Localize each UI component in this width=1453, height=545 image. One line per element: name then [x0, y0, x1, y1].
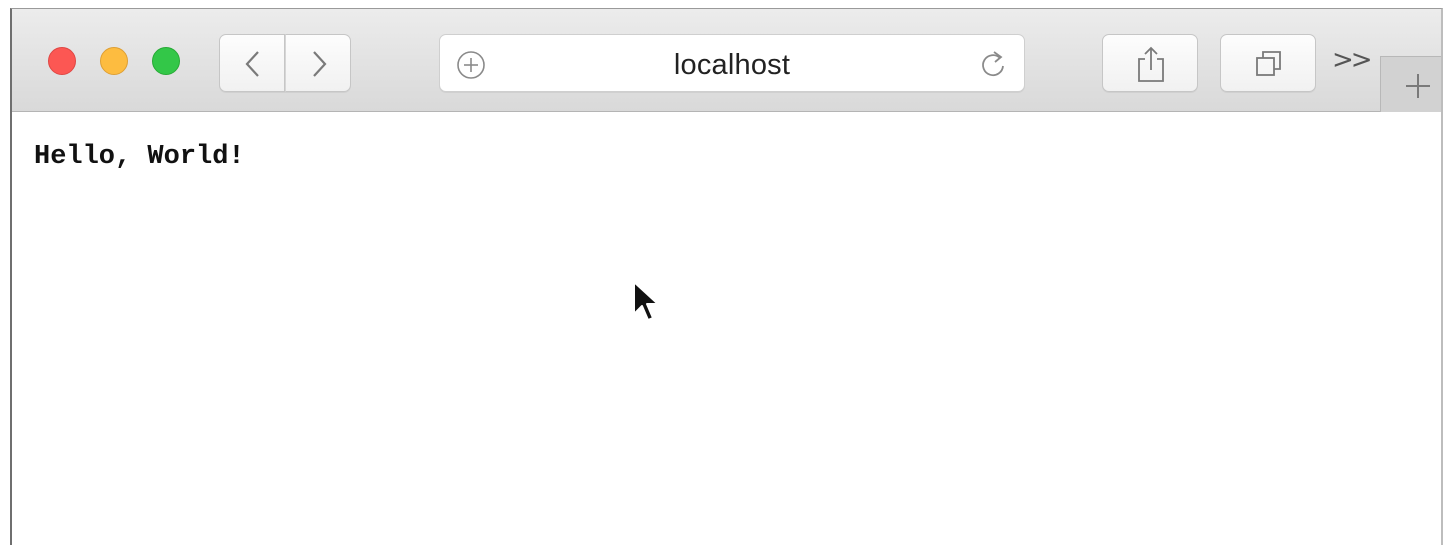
web-page-content[interactable]: Hello, World!	[12, 112, 1441, 545]
show-tabs-button[interactable]	[1220, 34, 1316, 92]
mouse-cursor-icon	[633, 281, 659, 321]
url-text[interactable]: localhost	[440, 49, 1024, 82]
close-window-button[interactable]	[48, 47, 76, 75]
share-button[interactable]	[1102, 34, 1198, 92]
plus-icon	[1406, 74, 1430, 98]
forward-button[interactable]	[285, 34, 351, 92]
maximize-window-button[interactable]	[152, 47, 180, 75]
back-button[interactable]	[219, 34, 285, 92]
browser-window: localhost >> Hello, World!	[10, 8, 1443, 545]
toolbar-overflow-button[interactable]: >>	[1332, 45, 1373, 75]
tabs-overview-icon	[1256, 51, 1281, 76]
chevron-right-icon	[313, 51, 327, 77]
browser-toolbar: localhost >>	[12, 9, 1441, 112]
share-icon	[1138, 46, 1164, 82]
reload-icon[interactable]	[978, 48, 1008, 80]
address-bar[interactable]: localhost	[439, 34, 1025, 92]
minimize-window-button[interactable]	[100, 47, 128, 75]
chevron-left-icon	[245, 51, 259, 77]
new-tab-button[interactable]	[1380, 56, 1441, 112]
page-body-text: Hello, World!	[34, 142, 245, 172]
